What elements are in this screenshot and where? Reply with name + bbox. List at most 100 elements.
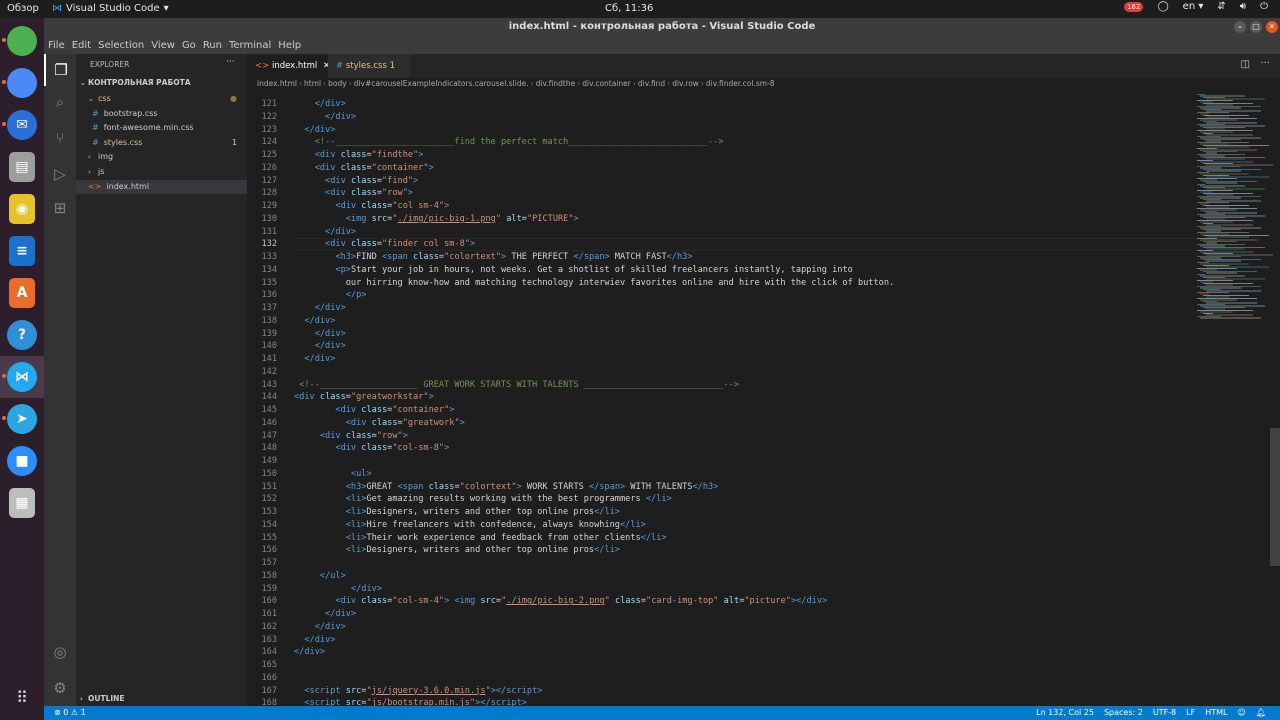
tree-item-styles-css[interactable]: # styles.css 1 [76,136,247,151]
menu-help[interactable]: Help [278,40,301,51]
gear-icon[interactable]: ⚙ [44,672,76,704]
code-line[interactable]: </div> [294,226,356,239]
project-header[interactable]: ⌄ КОНТРОЛЬНАЯ РАБОТА [80,78,191,87]
code-line[interactable]: <script src="js/bootstrap.min.js"></scri… [294,697,527,706]
code-line[interactable]: </div> [294,111,356,124]
tree-item-font-awesome-min-css[interactable]: # font-awesome.min.css [76,121,247,136]
menu-terminal[interactable]: Terminal [229,40,271,51]
code-line[interactable]: </div> [294,634,335,647]
show-applications-button[interactable]: ⠿ [0,676,44,718]
search-icon[interactable]: ⌕ [44,86,76,118]
tree-item-bootstrap-css[interactable]: # bootstrap.css [76,107,247,122]
vertical-scrollbar[interactable] [1270,428,1280,566]
breadcrumb-item[interactable]: div.container [582,79,631,88]
breadcrumb-item[interactable]: div#carouselExampleIndicators.carousel.s… [354,79,529,88]
network-icon[interactable]: ⇵ [1217,1,1225,12]
outline-header[interactable]: › OUTLINE [80,694,125,703]
dock-telegram[interactable]: ➤ [0,398,44,440]
code-line[interactable]: </div> [294,353,335,366]
explorer-icon[interactable]: ❐ [44,54,76,86]
menu-run[interactable]: Run [203,40,222,51]
code-line[interactable]: <div class="row"> [294,430,408,443]
more-actions-icon[interactable]: ··· [226,57,235,67]
code-line[interactable]: <div class="findthe"> [294,149,424,162]
code-editor[interactable]: 121 </div> 122 </div> 123 </div> 124 <!--__… [247,90,1193,706]
code-line[interactable]: <li>Designers, writers and other top onl… [294,544,620,557]
code-line[interactable]: <div class="greatworkstar"> [294,391,434,404]
maximize-button[interactable]: □ [1250,21,1262,33]
menu-file[interactable]: File [48,40,65,51]
breadcrumb-item[interactable]: index.html [257,79,297,88]
code-line[interactable]: <!--___________________ GREAT WORK START… [294,379,739,392]
code-line[interactable]: <h3>FIND <span class="colortext"> THE PE… [294,251,692,264]
power-icon[interactable]: ⏻ [1260,1,1268,12]
code-line[interactable]: <ul> [294,468,372,481]
breadcrumb-item[interactable]: div.findthe [536,79,576,88]
dock-chromium[interactable] [0,62,44,104]
menu-go[interactable]: Go [182,40,196,51]
code-line[interactable]: </div> [294,302,346,315]
code-line[interactable]: </div> [294,583,382,596]
code-line[interactable]: <h3>GREAT <span class="colortext"> WORK … [294,481,719,494]
language-indicator[interactable]: en ▾ [1183,1,1204,12]
tab-styles-css[interactable]: # styles.css 1 [328,54,410,78]
accounts-icon[interactable]: ◎ [44,636,76,668]
breadcrumb-item[interactable]: body [328,79,347,88]
menu-view[interactable]: View [151,40,175,51]
bell-icon[interactable]: 🔔︎ [1256,706,1266,720]
circle-icon[interactable]: ◯ [1157,1,1168,12]
code-line[interactable]: </p> [294,289,367,302]
code-line[interactable]: </div> [294,315,335,328]
code-line[interactable]: <div class="row"> [294,187,413,200]
dock-writer[interactable]: ≡ [0,230,44,272]
tab-index-html[interactable]: <> index.html ✕ [247,54,330,78]
code-line[interactable]: <script src="js/jquery-3.6.0.min.js"></s… [294,685,542,698]
breadcrumb-item[interactable]: div.finder.col.sm-8 [706,79,775,88]
volume-icon[interactable]: 🔊︎ [1240,1,1246,12]
activities-button[interactable]: Обзор [7,3,39,14]
tree-item-js[interactable]: › js [76,165,247,180]
code-line[interactable]: <div class="container"> [294,162,434,175]
code-line[interactable]: <div class="col-sm-4"> <img src="./img/p… [294,595,827,608]
clock[interactable]: Сб, 11:36 [605,3,653,14]
dock-software[interactable]: A [0,272,44,314]
code-line[interactable]: <li>Get amazing results working with the… [294,493,672,506]
extensions-icon[interactable]: ⊞ [44,192,76,224]
breadcrumb-item[interactable]: html [304,79,321,88]
menu-selection[interactable]: Selection [98,40,144,51]
dock-chrome[interactable] [0,20,44,62]
code-line[interactable]: </ul> [294,570,346,583]
dock-zoom[interactable]: ■ [0,440,44,482]
tree-item-css[interactable]: ⌄ css ● [76,92,247,107]
problems-indicator[interactable]: ⊗ 0 ⚠ 1 [54,706,86,720]
code-line[interactable]: our hirring know-how and matching techno… [294,277,894,290]
run-debug-icon[interactable]: ▷ [44,158,76,190]
code-line[interactable]: </div> [294,98,346,111]
code-line[interactable]: <li>Hire freelancers with confedence, al… [294,519,646,532]
dock-thunderbird[interactable]: ✉ [0,104,44,146]
code-line[interactable]: <p>Start your job in hours, not weeks. G… [294,264,852,277]
end-of-line[interactable]: LF [1186,706,1195,720]
source-control-icon[interactable]: ⑂ [44,122,76,154]
code-line[interactable]: <div class="col sm-4"> [294,200,449,213]
encoding[interactable]: UTF-8 [1153,706,1176,720]
code-line[interactable]: </div> [294,328,346,341]
dock-scanner[interactable]: ▦ [0,482,44,524]
breadcrumb-item[interactable]: div.row [672,79,699,88]
dock-files[interactable]: ▤ [0,146,44,188]
indentation[interactable]: Spaces: 2 [1104,706,1143,720]
tree-item-index-html[interactable]: <> index.html [76,179,247,195]
language-mode[interactable]: HTML [1205,706,1227,720]
code-line[interactable]: </div> [294,608,356,621]
code-line[interactable]: <li>Their work experience and feedback f… [294,532,667,545]
minimap[interactable] [1193,90,1273,706]
menu-edit[interactable]: Edit [72,40,91,51]
dock-vscode[interactable]: ⋈ [0,356,44,398]
code-line[interactable]: <div class="col-sm-8"> [294,442,449,455]
split-editor-icon[interactable]: ◫ [1241,59,1250,70]
dock-rhythmbox[interactable]: ◉ [0,188,44,230]
close-button[interactable]: ✕ [1266,21,1278,33]
minimize-button[interactable]: – [1234,21,1246,33]
code-line[interactable]: </div> [294,124,335,137]
code-line[interactable]: <div class="container"> [294,404,454,417]
